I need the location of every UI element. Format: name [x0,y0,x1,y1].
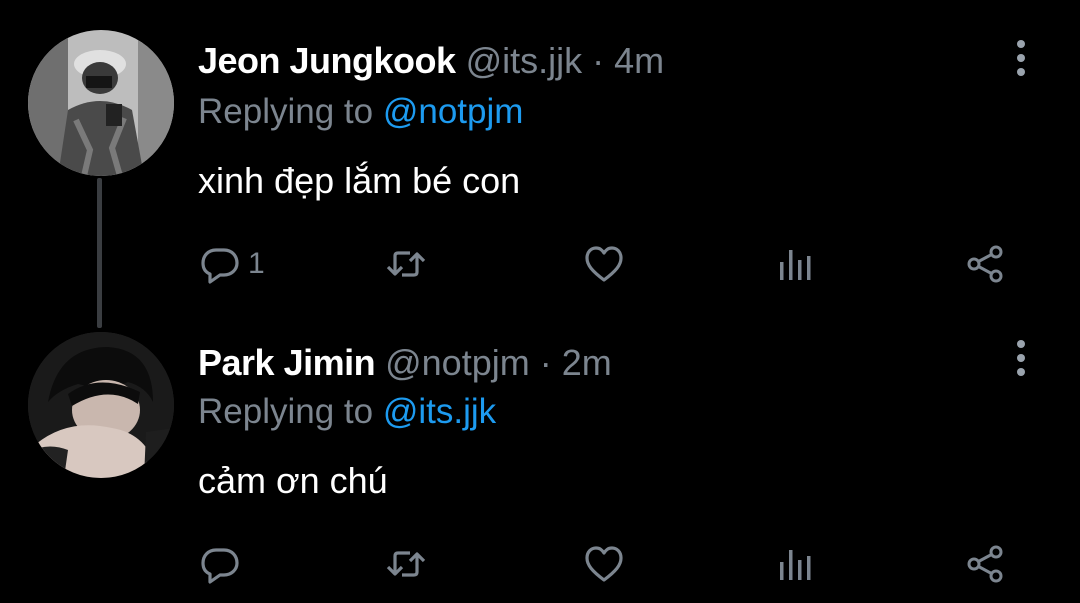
replying-to-line: Replying to @its.jjk [198,392,496,432]
like-button[interactable] [582,538,626,590]
display-name[interactable]: Jeon Jungkook [198,40,456,81]
replying-to-label: Replying to [198,392,374,431]
more-icon[interactable] [1008,40,1034,76]
share-button[interactable] [964,238,1008,290]
retweet-button[interactable] [384,238,428,290]
retweet-button[interactable] [384,538,428,590]
like-icon [585,546,623,582]
tweet-header: Jeon Jungkook @its.jjk · 4m [198,40,664,82]
replying-to-label: Replying to [198,92,374,131]
timestamp[interactable]: 4m [614,40,664,81]
separator-dot: · [592,40,605,81]
share-icon [967,545,1003,583]
tweet-header: Park Jimin @notpjm · 2m [198,342,612,384]
views-button[interactable] [774,538,818,590]
avatar-photo [28,332,174,478]
user-handle[interactable]: @notpjm [385,342,530,383]
replying-to-mention[interactable]: @notpjm [383,92,524,131]
tweet-actions [198,538,1048,590]
tweet-jimin[interactable]: Park Jimin @notpjm · 2m Replying to @its… [0,300,1080,600]
avatar-photo [28,30,174,176]
like-button[interactable] [582,238,626,290]
avatar[interactable] [28,332,174,478]
tweet-actions: 1 [198,238,1048,290]
reply-count: 1 [248,247,265,280]
display-name[interactable]: Park Jimin [198,342,376,383]
views-button[interactable] [774,238,818,290]
tweet-text: xinh đẹp lắm bé con [198,160,521,201]
separator-dot: · [539,342,552,383]
retweet-icon [386,251,426,277]
user-handle[interactable]: @its.jjk [466,40,583,81]
replying-to-mention[interactable]: @its.jjk [383,392,496,431]
views-icon [780,550,811,580]
reply-button[interactable] [198,538,248,590]
tweet-jungkook[interactable]: Jeon Jungkook @its.jjk · 4m Replying to … [0,0,1080,300]
reply-icon [201,548,239,584]
share-button[interactable] [964,538,1008,590]
reply-button[interactable]: 1 [198,238,265,290]
replying-to-line: Replying to @notpjm [198,92,523,132]
share-icon [967,245,1003,283]
timestamp[interactable]: 2m [562,342,612,383]
more-icon[interactable] [1008,340,1034,376]
views-icon [780,250,811,280]
reply-icon [201,248,239,284]
tweet-text: cảm ơn chú [198,460,388,501]
like-icon [585,246,623,282]
avatar[interactable] [28,30,174,176]
retweet-icon [386,551,426,577]
